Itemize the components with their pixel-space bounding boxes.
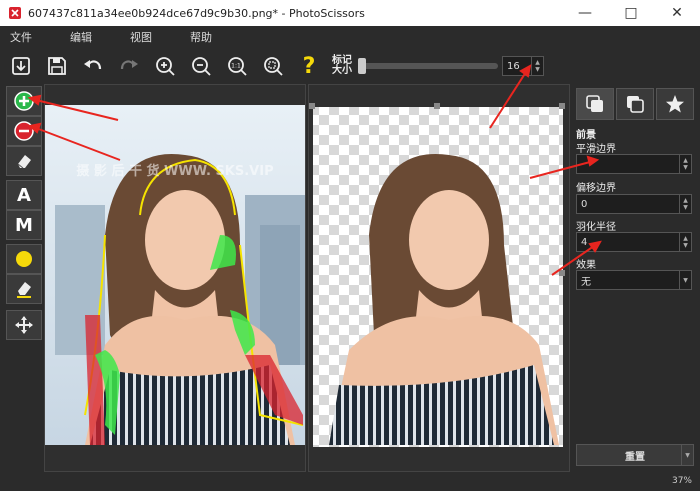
marker-size-spinbox[interactable]: 16 ▲ ▼ (502, 56, 544, 76)
offset-value: 0 (581, 198, 588, 210)
feather-spinbox[interactable]: 4 ▲ ▼ (576, 232, 692, 252)
effect-value: 无 (581, 276, 591, 288)
marker-size-label: 标记 大小 (332, 55, 352, 76)
title-bar: 607437c811a34ee0b924dce67d9c9b30.png* - … (0, 0, 700, 26)
tab-foreground[interactable] (576, 88, 614, 120)
spin-arrows[interactable]: ▲ ▼ (531, 57, 543, 75)
zoom-actual-button[interactable]: 1:1 (222, 51, 252, 81)
manual-mode-tool[interactable]: M (6, 210, 42, 240)
source-image-pane[interactable]: 摄 影 后 干 货 WWW. SKS.VIP (44, 84, 306, 472)
feather-label: 羽化半径 (576, 222, 616, 233)
left-toolbox: A M (4, 84, 42, 354)
svg-text:1:1: 1:1 (231, 63, 241, 70)
smooth-spinbox[interactable]: ▲ ▼ (576, 154, 692, 174)
zoom-actual-icon: 1:1 (228, 57, 247, 76)
menu-edit[interactable]: 编辑 (70, 29, 92, 45)
maximize-button[interactable]: □ (608, 0, 654, 26)
menu-bar: 文件 编辑 视图 帮助 (0, 26, 700, 48)
eraser-tool[interactable] (6, 146, 42, 176)
manual-mode-label: M (15, 214, 33, 236)
feather-value: 4 (581, 236, 588, 248)
marker-size-value: 16 (507, 60, 520, 72)
reset-label: 重置 (625, 451, 645, 463)
marker-size-slider[interactable] (358, 58, 498, 74)
window-title: 607437c811a34ee0b924dce67d9c9b30.png* - … (28, 6, 365, 20)
star-icon (666, 95, 684, 113)
menu-view[interactable]: 视图 (130, 29, 152, 45)
zoom-out-button[interactable] (186, 51, 216, 81)
tab-shadow[interactable] (656, 88, 694, 120)
spin-arrows[interactable]: ▲ ▼ (679, 233, 691, 251)
foreground-marker-tool[interactable] (6, 86, 42, 116)
redo-button[interactable] (114, 51, 144, 81)
help-button[interactable]: ? (294, 51, 324, 81)
undo-button[interactable] (78, 51, 108, 81)
close-button[interactable]: ✕ (654, 0, 700, 26)
undo-icon (84, 60, 102, 70)
settings-panel: 前景 平滑边界 ▲ ▼ 偏移边界 0 ▲ ▼ 羽化半径 4 ▲ ▼ 效果 无 ▼ 重置… (572, 84, 700, 472)
chevron-down-icon: ▼ (679, 271, 691, 289)
eraser-icon (17, 155, 31, 169)
open-icon (12, 57, 30, 75)
effect-label: 效果 (576, 260, 596, 271)
pan-tool[interactable] (6, 310, 42, 340)
effect-dropdown[interactable]: 无 ▼ (576, 270, 692, 290)
offset-spinbox[interactable]: 0 ▲ ▼ (576, 194, 692, 214)
minus-circle-icon (14, 121, 34, 141)
zoom-fit-button[interactable] (258, 51, 288, 81)
hair-eraser-tool[interactable] (6, 274, 42, 304)
layers-back-icon (627, 96, 644, 113)
zoom-out-icon (192, 57, 211, 76)
tab-background[interactable] (616, 88, 654, 120)
background-marker-tool[interactable] (6, 116, 42, 146)
menu-help[interactable]: 帮助 (190, 29, 212, 45)
zoom-in-icon (156, 57, 175, 76)
yellow-circle-icon (16, 251, 32, 267)
app-icon (9, 7, 21, 19)
section-title: 前景 (576, 130, 596, 141)
minimize-button[interactable]: — (562, 0, 608, 26)
auto-mode-label: A (17, 184, 31, 206)
auto-mode-tool[interactable]: A (6, 180, 42, 210)
chevron-down-icon[interactable]: ▼ (681, 445, 693, 465)
menu-file[interactable]: 文件 (10, 29, 32, 45)
slider-handle[interactable] (358, 58, 366, 74)
save-icon (48, 57, 66, 75)
result-image-pane[interactable] (308, 84, 570, 472)
source-photo[interactable]: 摄 影 后 干 货 WWW. SKS.VIP (45, 85, 305, 471)
zoom-in-button[interactable] (150, 51, 180, 81)
save-button[interactable] (42, 51, 72, 81)
redo-icon (120, 60, 138, 70)
open-button[interactable] (6, 51, 36, 81)
layers-front-icon (586, 95, 603, 112)
hair-marker-tool[interactable] (6, 244, 42, 274)
zoom-level: 37% (671, 476, 692, 486)
status-bar: 37% (0, 474, 700, 491)
toolbar: 1:1 ? 标记 大小 16 ▲ ▼ (0, 48, 700, 84)
move-icon (15, 316, 33, 334)
help-icon: ? (302, 53, 316, 79)
zoom-fit-icon (264, 57, 283, 76)
spin-arrows[interactable]: ▲ ▼ (679, 155, 691, 173)
watermark-text: 摄 影 后 干 货 WWW. SKS.VIP (76, 163, 273, 179)
offset-label: 偏移边界 (576, 183, 616, 194)
smooth-label: 平滑边界 (576, 144, 616, 155)
spin-arrows[interactable]: ▲ ▼ (679, 195, 691, 213)
result-photo[interactable] (309, 85, 569, 471)
eraser-icon (17, 282, 31, 298)
plus-circle-icon (14, 91, 34, 111)
reset-button[interactable]: 重置 ▼ (576, 444, 694, 466)
